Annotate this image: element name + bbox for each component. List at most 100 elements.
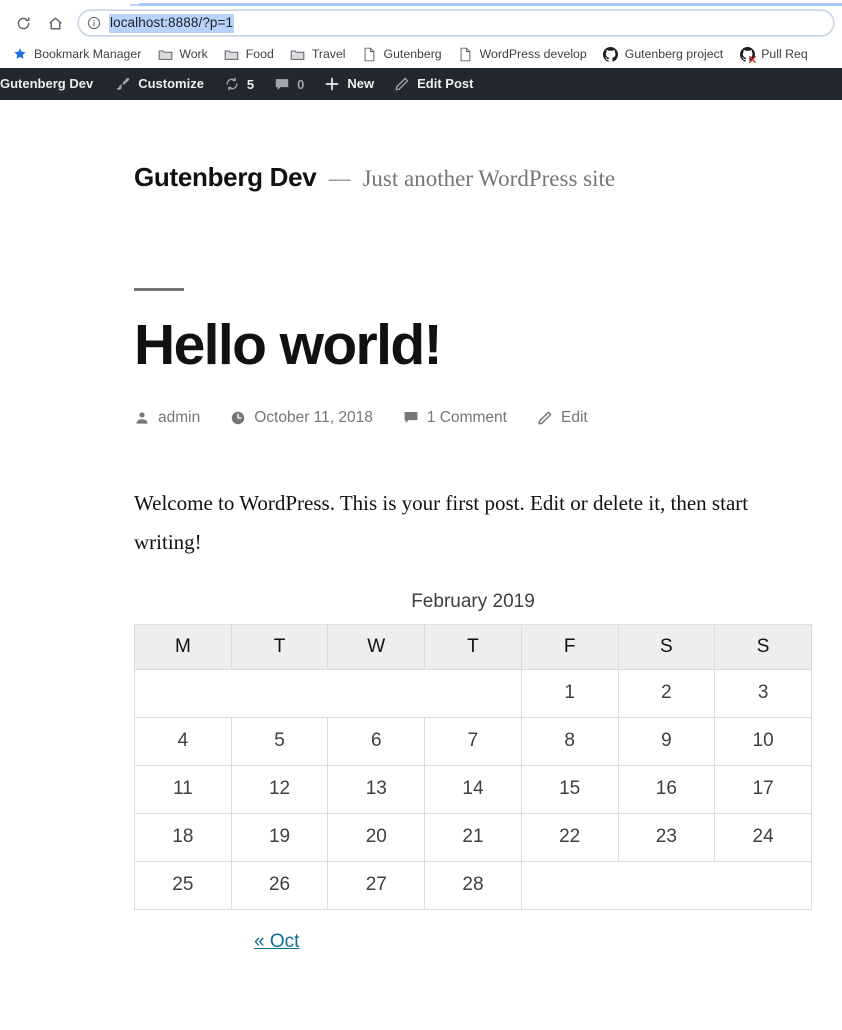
table-row: 1 2 3 [134,668,812,718]
person-icon [134,410,150,426]
calendar-pad-cell [520,860,813,910]
calendar-day[interactable]: 16 [617,764,716,814]
update-arrows-icon [224,76,240,92]
browser-toolbar: localhost:8888/?p=1 [0,6,842,40]
post-author[interactable]: admin [134,409,200,427]
calendar-day[interactable]: 1 [520,668,619,718]
calendar-weekday: S [617,623,716,670]
folder-icon [290,46,306,62]
post-edit-label: Edit [560,408,588,426]
bookmark-label: Travel [311,47,346,61]
calendar-pad-cell [134,668,522,718]
post-body-paragraph: Welcome to WordPress. This is your first… [134,490,749,554]
adminbar-edit-post-label: Edit Post [417,76,474,91]
calendar-day[interactable]: 11 [134,764,232,814]
bookmark-label: Gutenberg project [624,47,724,61]
calendar-day[interactable]: 18 [134,812,232,862]
adminbar-comments-count: 0 [297,76,305,92]
pencil-icon [537,410,553,426]
calendar-day[interactable]: 6 [327,716,426,766]
bookmark-label: Work [179,47,208,61]
info-circle-icon[interactable] [87,16,101,30]
calendar-weekday: F [520,623,619,670]
bookmarks-bar: Bookmark Manager Work Food Travel Gutenb… [0,40,842,68]
calendar-day[interactable]: 9 [617,716,716,766]
bookmark-label: Food [245,47,274,61]
comment-bubble-icon [274,77,290,92]
plus-icon [324,76,340,92]
calendar-day[interactable]: 10 [714,716,812,766]
bookmark-gutenberg-project[interactable]: Gutenberg project [603,43,723,65]
calendar-day[interactable]: 2 [617,668,716,718]
folder-icon [224,46,240,62]
bookmark-wordpress-develop[interactable]: WordPress develop [458,43,587,65]
calendar-weekday-row: M T W T F S S [134,623,812,670]
adminbar-customize[interactable]: Customize [105,68,214,100]
bookmark-manager-item[interactable]: Bookmark Manager [12,43,141,65]
site-branding: Gutenberg Dev — Just another WordPress s… [0,100,842,193]
table-row: 11 12 13 14 15 16 17 [134,764,812,814]
calendar-day[interactable]: 26 [230,860,329,910]
bookmark-folder-food[interactable]: Food [224,43,274,65]
bookmark-gutenberg[interactable]: Gutenberg [362,43,442,65]
adminbar-site-name[interactable]: Gutenberg Dev [0,68,105,100]
post-date[interactable]: October 11, 2018 [230,409,373,427]
post-edit-link[interactable]: Edit [537,409,588,427]
active-tab-edge[interactable] [138,3,842,6]
bookmark-label: Bookmark Manager [34,47,142,61]
calendar-table: February 2019 M T W T F S S 1 2 3 4 5 6 … [134,590,813,910]
post-date-label: October 11, 2018 [254,408,373,426]
calendar-nav: « Oct [134,931,812,953]
calendar-day[interactable]: 17 [714,764,812,814]
bookmark-folder-travel[interactable]: Travel [290,43,346,65]
github-icon [603,46,619,62]
calendar-day[interactable]: 19 [230,812,329,862]
adminbar-updates[interactable]: 5 [214,68,264,100]
calendar-day[interactable]: 24 [714,812,812,862]
calendar-day[interactable]: 4 [134,716,232,766]
comment-icon [403,410,419,425]
calendar-day[interactable]: 25 [134,860,232,910]
calendar-day[interactable]: 7 [424,716,522,766]
bookmark-pull-requests[interactable]: Pull Req [739,43,808,65]
calendar-day[interactable]: 13 [327,764,426,814]
address-bar[interactable]: localhost:8888/?p=1 [78,10,834,36]
browser-chrome: localhost:8888/?p=1 Bookmark Manager Wor… [0,0,842,68]
calendar-day[interactable]: 12 [230,764,329,814]
calendar-day[interactable]: 15 [520,764,619,814]
bookmark-folder-work[interactable]: Work [157,43,208,65]
calendar-day[interactable]: 20 [327,812,426,862]
calendar-widget: February 2019 M T W T F S S 1 2 3 4 5 6 … [134,590,813,953]
post-author-label: admin [158,408,201,426]
calendar-day[interactable]: 28 [424,860,522,910]
calendar-day[interactable]: 3 [714,668,812,718]
adminbar-edit-post[interactable]: Edit Post [384,68,483,100]
calendar-day[interactable]: 23 [617,812,716,862]
url-text[interactable]: localhost:8888/?p=1 [109,13,235,33]
calendar-day[interactable]: 22 [520,812,619,862]
calendar-day[interactable]: 5 [230,716,329,766]
post-comments-label: 1 Comment [426,408,507,426]
calendar-caption: February 2019 [411,590,535,612]
wp-admin-bar: Gutenberg Dev Customize 5 0 New Edit Pos… [0,68,842,100]
title-divider [134,288,184,291]
post-comments[interactable]: 1 Comment [403,409,507,427]
calendar-day[interactable]: 27 [327,860,426,910]
site-title[interactable]: Gutenberg Dev [134,162,317,193]
clock-icon [230,410,246,426]
post-article: Hello world! admin October 11, 2018 1 Co… [0,288,842,953]
calendar-prev-month-link[interactable]: « Oct [254,931,299,952]
adminbar-customize-label: Customize [138,76,204,91]
page-icon [362,46,378,62]
table-row: 25 26 27 28 [134,860,813,910]
page-title: Hello world! [134,313,443,377]
adminbar-new-label: New [347,76,375,91]
adminbar-comments[interactable]: 0 [264,68,314,100]
calendar-day[interactable]: 8 [520,716,619,766]
calendar-day[interactable]: 21 [424,812,522,862]
reload-icon[interactable] [10,10,36,36]
star-icon [12,46,28,62]
adminbar-new[interactable]: New [314,68,384,100]
home-icon[interactable] [42,10,68,36]
calendar-day[interactable]: 14 [424,764,522,814]
